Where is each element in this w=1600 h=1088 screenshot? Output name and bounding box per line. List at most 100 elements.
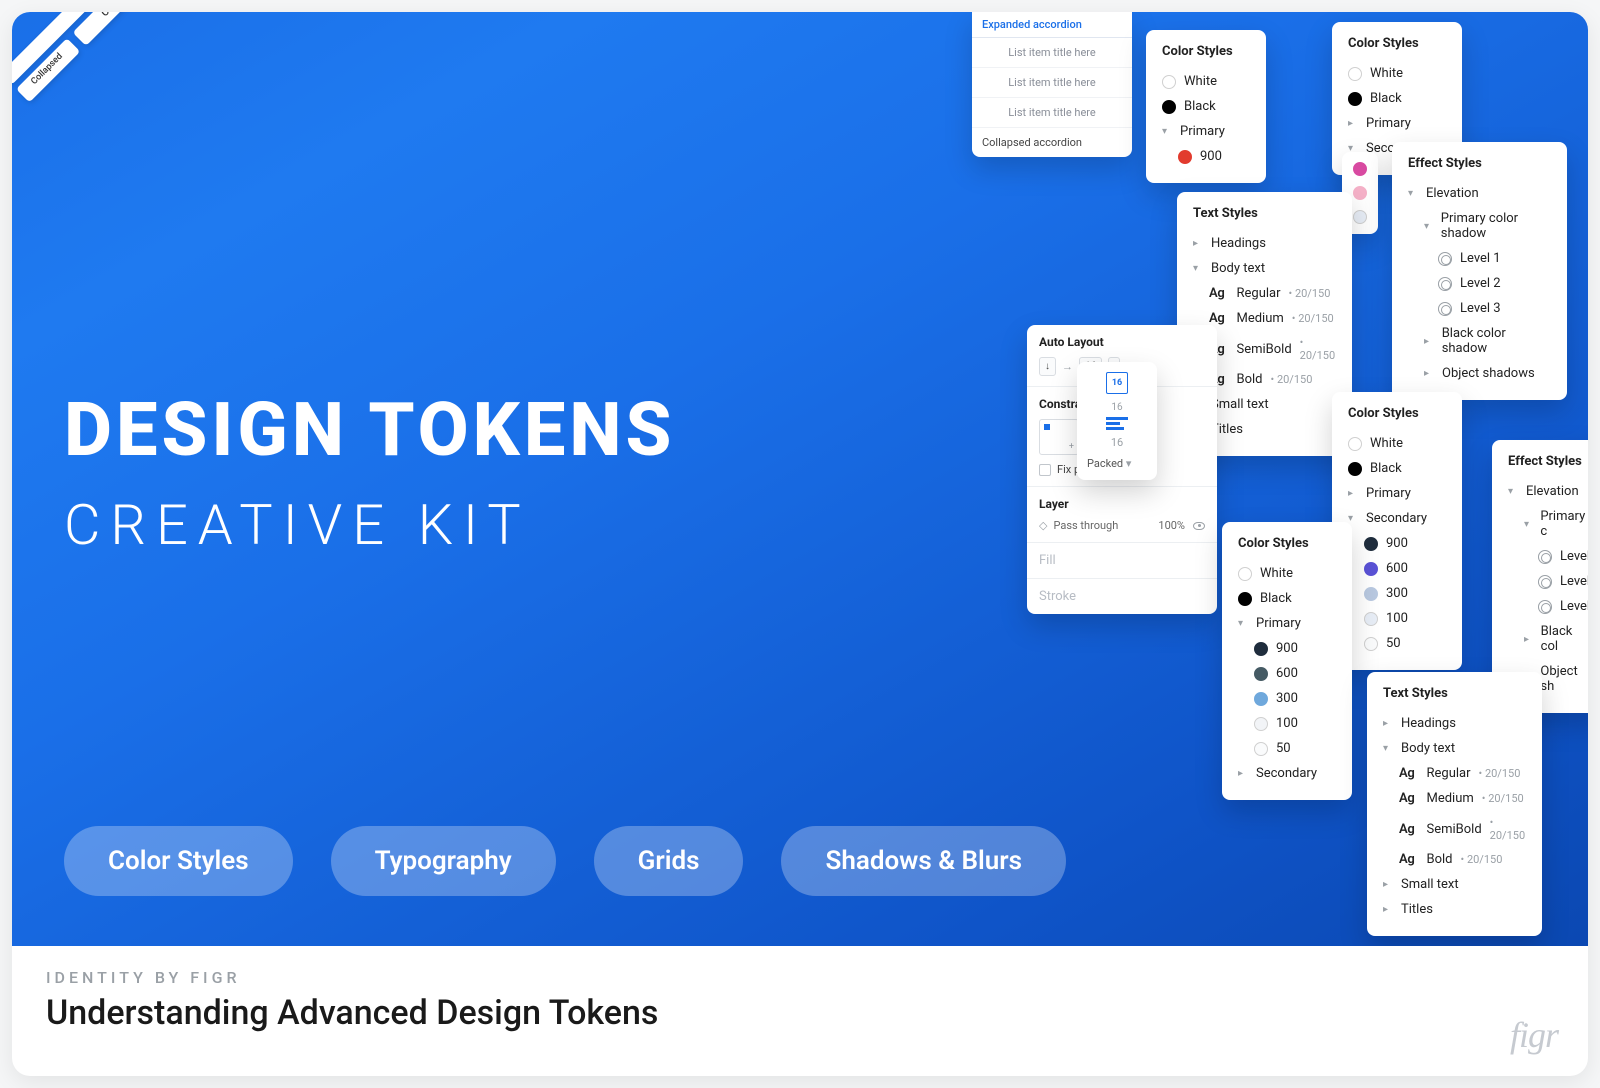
color-row-black[interactable]: Black bbox=[1162, 94, 1250, 119]
color-row-900[interactable]: 900 bbox=[1254, 636, 1336, 661]
text-row-bold[interactable]: AgBold• 20/150 bbox=[1399, 847, 1526, 872]
direction-button[interactable]: ↓ bbox=[1039, 357, 1056, 376]
color-row-white[interactable]: White bbox=[1348, 431, 1446, 456]
swatch-icon bbox=[1353, 210, 1367, 224]
accordion-expanded-header[interactable]: Expanded accordion bbox=[972, 12, 1132, 38]
caret-icon: ▸ bbox=[1524, 634, 1533, 645]
text-row-medium[interactable]: AgMedium• 20/150 bbox=[1399, 786, 1526, 811]
accordion-collapsed-footer[interactable]: Collapsed accordion bbox=[972, 128, 1132, 157]
swatch-icon bbox=[1364, 562, 1378, 576]
effect-row-object-shadows[interactable]: ▸Object shadows bbox=[1424, 361, 1551, 386]
swatch-icon bbox=[1348, 92, 1362, 106]
effect-row-black-shadow[interactable]: ▸Black col bbox=[1524, 619, 1586, 659]
swatch-icon bbox=[1238, 567, 1252, 581]
page-card: List item Collapsed Collapsed accordion … bbox=[12, 12, 1588, 1076]
checkbox-fix-position[interactable] bbox=[1039, 464, 1051, 476]
color-row-primary[interactable]: ▾Primary bbox=[1238, 611, 1336, 636]
color-row-primary[interactable]: ▾Primary bbox=[1162, 119, 1250, 144]
color-row-secondary[interactable]: ▾Secondary bbox=[1348, 506, 1446, 531]
effect-icon bbox=[1538, 575, 1552, 589]
effect-icon bbox=[1538, 550, 1552, 564]
color-row-primary[interactable]: ▸Primary bbox=[1348, 481, 1446, 506]
color-row-300[interactable]: 300 bbox=[1364, 581, 1446, 606]
effect-row-level2[interactable]: Level 2 bbox=[1438, 271, 1551, 296]
visibility-icon[interactable] bbox=[1193, 522, 1205, 530]
text-row-body[interactable]: ▾Body text bbox=[1383, 736, 1526, 761]
fill-section[interactable]: Fill bbox=[1027, 543, 1217, 579]
caret-icon: ▸ bbox=[1348, 488, 1358, 499]
text-row-medium[interactable]: AgMedium• 20/150 bbox=[1209, 306, 1336, 331]
color-row-50[interactable]: 50 bbox=[1254, 736, 1336, 761]
accordion-list-item[interactable]: List item title here bbox=[972, 98, 1132, 128]
text-row-small[interactable]: ▸Small text bbox=[1383, 872, 1526, 897]
effect-row-black-shadow[interactable]: ▸Black color shadow bbox=[1424, 321, 1551, 361]
packed-number-box[interactable]: 16 bbox=[1106, 372, 1128, 394]
color-row-300[interactable]: 300 bbox=[1254, 686, 1336, 711]
color-row-white[interactable]: White bbox=[1162, 69, 1250, 94]
color-row-white[interactable]: White bbox=[1238, 561, 1336, 586]
swatch-icon bbox=[1364, 637, 1378, 651]
color-row-primary[interactable]: ▸Primary bbox=[1348, 111, 1446, 136]
swatch-icon bbox=[1364, 587, 1378, 601]
panel-title: Color Styles bbox=[1348, 406, 1446, 421]
caret-icon: ▸ bbox=[1383, 718, 1393, 729]
color-row-900[interactable]: 900 bbox=[1178, 144, 1250, 169]
effect-icon bbox=[1438, 302, 1452, 316]
color-row-black[interactable]: Black bbox=[1238, 586, 1336, 611]
packed-popover: 16 16 16 Packed ▾ bbox=[1077, 362, 1157, 480]
color-row-100[interactable]: 100 bbox=[1254, 711, 1336, 736]
text-row-semibold[interactable]: AgSemiBold• 20/150 bbox=[1209, 331, 1336, 367]
effect-icon bbox=[1538, 600, 1552, 614]
text-row-titles[interactable]: ▸Titles bbox=[1383, 897, 1526, 922]
stroke-section[interactable]: Stroke bbox=[1027, 579, 1217, 614]
color-row-100[interactable]: 100 bbox=[1364, 606, 1446, 631]
constraints-box-icon[interactable] bbox=[1039, 419, 1079, 455]
color-row-black[interactable]: Black bbox=[1348, 86, 1446, 111]
color-row-white[interactable]: White bbox=[1348, 61, 1446, 86]
effect-row-primary-shadow[interactable]: ▾Primary c bbox=[1524, 504, 1586, 544]
color-row-900[interactable]: 900 bbox=[1364, 531, 1446, 556]
effect-row-level[interactable]: Level bbox=[1538, 569, 1586, 594]
caret-icon: ▾ bbox=[1508, 486, 1518, 497]
footer: IDENTITY BY FIGR Understanding Advanced … bbox=[12, 946, 1588, 1076]
footer-eyebrow: IDENTITY BY FIGR bbox=[46, 968, 1554, 987]
effect-row-elevation[interactable]: ▾Elevation bbox=[1508, 479, 1586, 504]
text-row-headings[interactable]: ▸Headings bbox=[1383, 711, 1526, 736]
color-row-black[interactable]: Black bbox=[1348, 456, 1446, 481]
effect-row-level1[interactable]: Level 1 bbox=[1438, 246, 1551, 271]
caret-icon: ▾ bbox=[1424, 221, 1433, 232]
panel-title: Color Styles bbox=[1162, 44, 1250, 59]
panel-title: Text Styles bbox=[1383, 686, 1526, 701]
caret-icon: ▸ bbox=[1193, 238, 1203, 249]
text-row-semibold[interactable]: AgSemiBold• 20/150 bbox=[1399, 811, 1526, 847]
text-row-regular[interactable]: AgRegular• 20/150 bbox=[1399, 761, 1526, 786]
blend-mode-value[interactable]: Pass through bbox=[1053, 519, 1118, 532]
effect-row-primary-shadow[interactable]: ▾Primary color shadow bbox=[1424, 206, 1551, 246]
layer-section: Layer ◇Pass through100% bbox=[1027, 487, 1217, 543]
text-row-headings[interactable]: ▸Headings bbox=[1193, 231, 1336, 256]
swatch-icon bbox=[1238, 592, 1252, 606]
effect-row-level[interactable]: Level bbox=[1538, 544, 1586, 569]
color-row-secondary[interactable]: ▸Secondary bbox=[1238, 761, 1336, 786]
caret-icon: ▾ bbox=[1193, 263, 1203, 274]
opacity-value[interactable]: 100% bbox=[1158, 519, 1185, 532]
accordion-list-item[interactable]: List item title here bbox=[972, 68, 1132, 98]
packed-bottom-value: 16 bbox=[1087, 436, 1147, 449]
packed-dropdown[interactable]: Packed ▾ bbox=[1087, 457, 1147, 470]
swatch-icon bbox=[1254, 667, 1268, 681]
color-row-600[interactable]: 600 bbox=[1254, 661, 1336, 686]
accordion-list-item[interactable]: List item title here bbox=[972, 38, 1132, 68]
text-row-body[interactable]: ▾Body text bbox=[1193, 256, 1336, 281]
caret-icon: ▸ bbox=[1424, 336, 1434, 347]
text-row-regular[interactable]: AgRegular• 20/150 bbox=[1209, 281, 1336, 306]
swatch-icon bbox=[1353, 186, 1367, 200]
effect-row-elevation[interactable]: ▾Elevation bbox=[1408, 181, 1551, 206]
caret-icon: ▾ bbox=[1162, 126, 1172, 137]
color-row-50[interactable]: 50 bbox=[1364, 631, 1446, 656]
text-row-bold[interactable]: AgBold• 20/150 bbox=[1209, 367, 1336, 392]
color-styles-panel-primary-full: Color Styles White Black ▾Primary 900 60… bbox=[1222, 522, 1352, 800]
effect-row-level[interactable]: Level bbox=[1538, 594, 1586, 619]
panel-collage: Expanded accordion List item title here … bbox=[12, 12, 1588, 946]
effect-row-level3[interactable]: Level 3 bbox=[1438, 296, 1551, 321]
color-row-600[interactable]: 600 bbox=[1364, 556, 1446, 581]
